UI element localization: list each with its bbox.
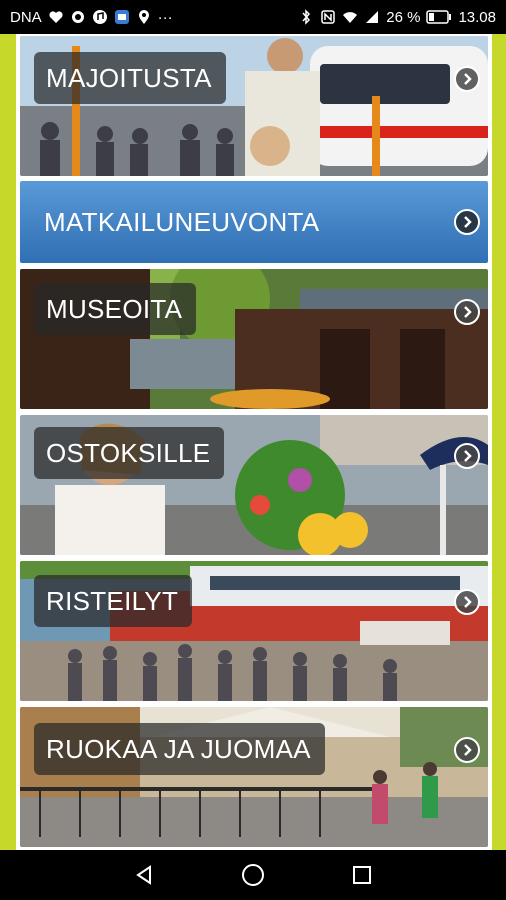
app-frame: MAJOITUSTA MATKAILUNEUVONTA MUSEOITA OST… xyxy=(0,34,506,850)
tile-majoitusta-label: MAJOITUSTA xyxy=(46,62,212,93)
more-notifications: ··· xyxy=(157,8,173,26)
nfc-icon xyxy=(321,10,335,24)
tile-ostoksille-label-box: OSTOKSILLE xyxy=(34,427,225,479)
signal-icon xyxy=(366,11,379,23)
tile-museoita[interactable]: MUSEOITA xyxy=(20,269,488,409)
tile-museoita-label: MUSEOITA xyxy=(46,293,183,324)
bluetooth-icon xyxy=(302,9,311,25)
tile-ruokaa-ja-juomaa[interactable]: RUOKAA JA JUOMAA xyxy=(20,707,488,847)
status-bar: DNA ··· 26 % 13.08 xyxy=(0,0,506,34)
system-nav-bar xyxy=(0,850,506,900)
app-notification-icon xyxy=(114,10,129,24)
status-left: DNA ··· xyxy=(10,9,173,26)
tile-ostoksille-label: OSTOKSILLE xyxy=(46,437,211,468)
recents-square-icon xyxy=(352,866,371,884)
battery-icon xyxy=(426,10,452,24)
chevron-right-icon xyxy=(454,443,480,469)
chevron-right-icon xyxy=(454,66,480,92)
tile-ostoksille[interactable]: OSTOKSILLE xyxy=(20,415,488,555)
back-button[interactable] xyxy=(124,855,164,895)
chevron-right-icon xyxy=(454,299,480,325)
chevron-right-icon xyxy=(454,209,480,235)
tile-museoita-label-box: MUSEOITA xyxy=(34,283,197,335)
back-triangle-icon xyxy=(136,865,152,885)
tile-matkailuneuvonta[interactable]: MATKAILUNEUVONTA xyxy=(20,181,488,263)
carrier-label: DNA xyxy=(10,8,42,26)
tile-risteilyt-label: RISTEILYT xyxy=(46,585,179,616)
tile-majoitusta[interactable]: MAJOITUSTA xyxy=(20,36,488,176)
tile-majoitusta-label-box: MAJOITUSTA xyxy=(34,52,226,104)
home-circle-icon xyxy=(241,864,264,886)
tile-risteilyt-label-box: RISTEILYT xyxy=(34,575,193,627)
tile-matkailuneuvonta-label: MATKAILUNEUVONTA xyxy=(44,206,320,237)
clock: 13.08 xyxy=(458,8,496,26)
wifi-icon xyxy=(343,12,358,23)
recents-button[interactable] xyxy=(342,855,382,895)
status-right: 26 % 13.08 xyxy=(298,9,496,26)
heart-icon xyxy=(49,11,63,23)
chevron-right-icon xyxy=(454,737,480,763)
home-button[interactable] xyxy=(233,855,273,895)
tile-ruokaa-ja-juomaa-label-box: RUOKAA JA JUOMAA xyxy=(34,723,325,775)
battery-percent: 26 % xyxy=(386,8,421,26)
tile-matkailuneuvonta-label-box: MATKAILUNEUVONTA xyxy=(44,181,319,263)
music-icon xyxy=(92,10,107,24)
menu-list: MAJOITUSTA MATKAILUNEUVONTA MUSEOITA OST… xyxy=(16,34,492,850)
location-icon xyxy=(138,10,149,24)
tile-risteilyt[interactable]: RISTEILYT xyxy=(20,561,488,701)
chevron-right-icon xyxy=(454,589,480,615)
tile-ruokaa-ja-juomaa-label: RUOKAA JA JUOMAA xyxy=(46,733,311,764)
vpn-icon xyxy=(71,11,84,23)
